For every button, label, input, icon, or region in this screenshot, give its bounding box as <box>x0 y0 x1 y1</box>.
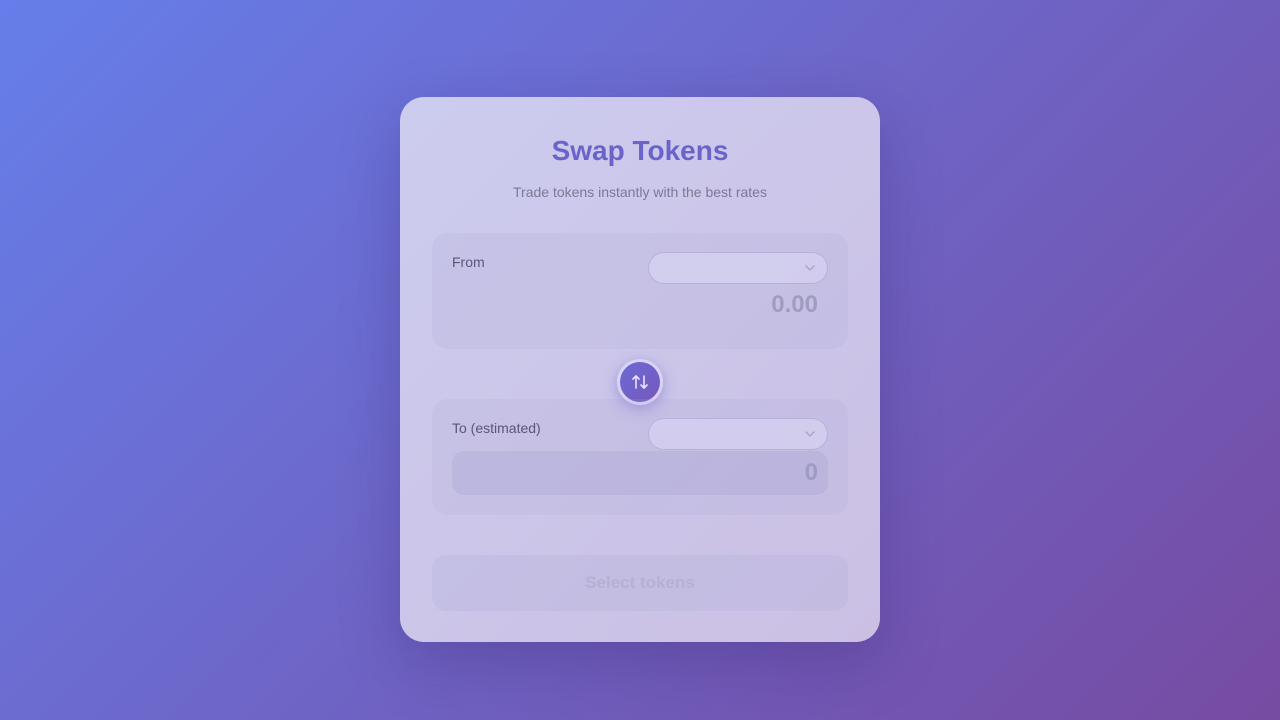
from-label: From <box>452 254 485 270</box>
from-token-select[interactable] <box>648 252 828 284</box>
from-amount-input[interactable]: 0.00 <box>771 290 818 320</box>
to-amount-field: 0 <box>452 451 828 495</box>
to-panel: To (estimated) 0 <box>432 399 848 515</box>
to-amount-value: 0 <box>804 459 818 486</box>
to-token-select[interactable] <box>648 418 828 450</box>
from-panel: From 0.00 <box>432 233 848 349</box>
chevron-down-icon <box>805 431 815 437</box>
to-label: To (estimated) <box>452 420 541 436</box>
page-subtitle: Trade tokens instantly with the best rat… <box>513 184 767 200</box>
chevron-down-icon <box>805 265 815 271</box>
swap-card: Swap Tokens Trade tokens instantly with … <box>400 97 880 642</box>
select-tokens-button[interactable]: Select tokens <box>432 555 848 611</box>
swap-arrows-icon <box>632 375 648 389</box>
page-title: Swap Tokens <box>551 135 729 166</box>
